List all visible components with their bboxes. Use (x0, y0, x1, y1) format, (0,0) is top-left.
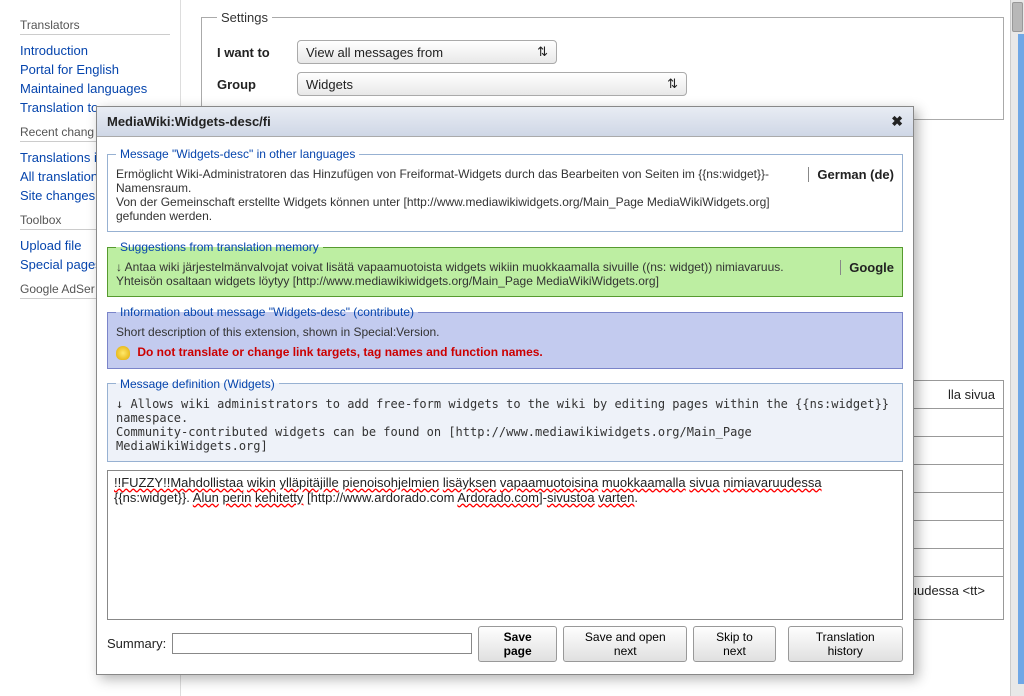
tm-suggestion[interactable]: ↓ Antaa wiki järjestelmänvalvojat voivat… (116, 260, 824, 274)
scroll-track-highlight (1018, 34, 1024, 684)
other-lang-line: Ermöglicht Wiki-Administratoren das Hinz… (116, 167, 794, 195)
sidebar-link[interactable]: Maintained languages (20, 79, 170, 98)
info-legend: Information about message "Widgets-desc"… (116, 305, 418, 319)
summary-input[interactable] (172, 633, 472, 654)
def-line: Community-contributed widgets can be fou… (116, 425, 894, 453)
translation-dialog: MediaWiki:Widgets-desc/fi ✖ Message "Wid… (96, 106, 914, 675)
group-select[interactable]: Widgets ⇅ (297, 72, 687, 96)
lightbulb-icon (116, 346, 130, 360)
settings-legend: Settings (217, 10, 272, 25)
warning-text: Do not translate or change link targets,… (137, 345, 542, 359)
def-legend: Message definition (Widgets) (116, 377, 279, 391)
tm-source-tag: Google (840, 260, 894, 275)
tm-legend: Suggestions from translation memory (116, 240, 323, 254)
history-button[interactable]: Translation history (788, 626, 904, 662)
message-info-box: Information about message "Widgets-desc"… (107, 305, 903, 369)
close-icon[interactable]: ✖ (891, 113, 903, 130)
scroll-thumb[interactable] (1012, 2, 1023, 32)
dialog-footer: Summary: Save page Save and open next Sk… (107, 620, 903, 664)
info-line: Short description of this extension, sho… (116, 325, 894, 339)
group-label: Group (217, 77, 297, 92)
sidebar-heading-translators: Translators (20, 18, 170, 35)
updown-icon: ⇅ (537, 44, 548, 60)
iwantto-select[interactable]: View all messages from ⇅ (297, 40, 557, 64)
skip-button[interactable]: Skip to next (693, 626, 775, 662)
translation-textarea[interactable]: !!FUZZY!!Mahdollistaa wikin ylläpitäjill… (107, 470, 903, 620)
scrollbar[interactable] (1010, 0, 1024, 696)
language-tag: German (de) (808, 167, 894, 182)
other-languages-legend: Message "Widgets-desc" in other language… (116, 147, 359, 161)
dialog-title: MediaWiki:Widgets-desc/fi (107, 114, 271, 129)
other-languages-box: Message "Widgets-desc" in other language… (107, 147, 903, 232)
message-definition-box: Message definition (Widgets) ↓ Allows wi… (107, 377, 903, 462)
def-line: ↓ Allows wiki administrators to add free… (116, 397, 894, 425)
settings-fieldset: Settings I want to View all messages fro… (201, 10, 1004, 120)
save-button[interactable]: Save page (478, 626, 557, 662)
sidebar-link[interactable]: Introduction (20, 41, 170, 60)
iwantto-label: I want to (217, 45, 297, 60)
dialog-titlebar[interactable]: MediaWiki:Widgets-desc/fi ✖ (97, 107, 913, 137)
summary-label: Summary: (107, 636, 166, 651)
updown-icon: ⇅ (667, 76, 678, 92)
save-next-button[interactable]: Save and open next (563, 626, 687, 662)
translation-memory-box: Suggestions from translation memory Goog… (107, 240, 903, 297)
tm-suggestion: Yhteisön osaltaan widgets löytyy [http:/… (116, 274, 824, 288)
other-lang-line: Von der Gemeinschaft erstellte Widgets k… (116, 195, 794, 223)
sidebar-link[interactable]: Portal for English (20, 60, 170, 79)
